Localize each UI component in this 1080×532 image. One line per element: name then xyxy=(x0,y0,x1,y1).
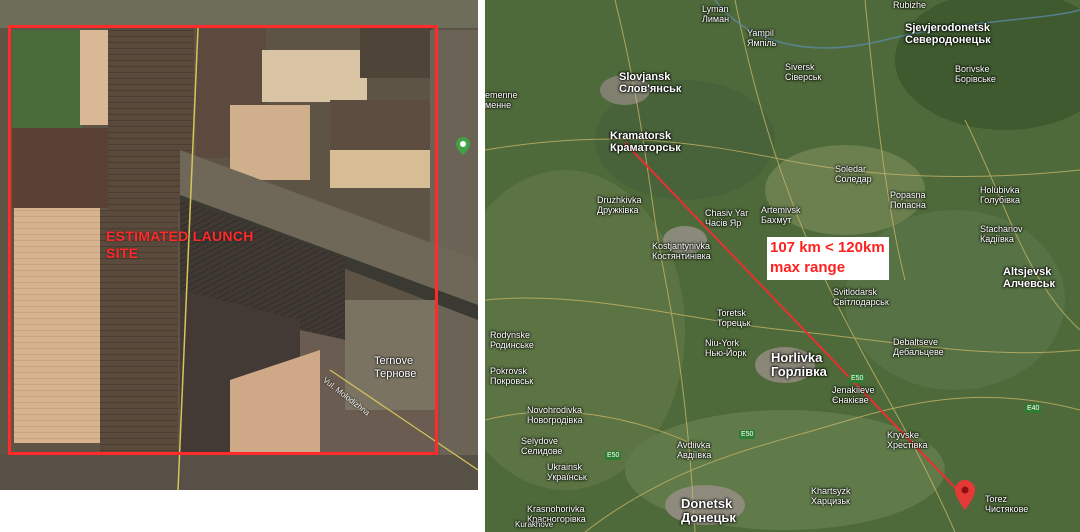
place-sjevjerodonetsk: Sjevjerodonetsk Северодонецьк xyxy=(905,22,991,46)
place-holubivka: Holubivka Голубівка xyxy=(980,185,1021,205)
place-kostiantynivka: Kostjantynivka Костянтинівка xyxy=(652,241,711,261)
place-debaltseve: Debaltseve Дебальцеве xyxy=(893,337,944,357)
place-slovjansk: Slovjansk Слов'янськ xyxy=(619,71,682,95)
range-line-2: max range xyxy=(770,259,846,276)
place-niu-york: Niu-York Нью-Йорк xyxy=(705,338,747,358)
place-khartsyzk: Khartsyzk Харцизьк xyxy=(811,486,851,506)
place-semenne: emenne менне xyxy=(485,90,518,110)
park-marker-icon[interactable] xyxy=(456,137,470,155)
place-rubizhe: Rubizhe xyxy=(893,0,927,10)
road-badge-e40: E40 xyxy=(1025,404,1042,413)
road-badge-e50: E50 xyxy=(849,374,866,383)
place-yampil: Yampil Ямпіль xyxy=(747,28,777,48)
range-annotation: 107 km < 120km max range xyxy=(767,237,889,280)
place-donetsk: Donetsk Донецьк xyxy=(681,496,736,525)
place-ukrainsk: Ukrainsk Українськ xyxy=(547,462,587,482)
road-badge-e50: E50 xyxy=(605,451,622,460)
place-novohrodivka: Novohrodivka Новогродівка xyxy=(527,405,583,425)
place-druzhkivka: Druzhkivka Дружківка xyxy=(597,195,642,215)
place-torez: Torez Чистякове xyxy=(985,494,1029,514)
place-horlivka: Horlivka Горлівка xyxy=(771,350,827,379)
place-siversk: Siversk Сіверськ xyxy=(785,62,822,82)
place-svitlodarsk: Svitlodarsk Світлодарськ xyxy=(833,287,889,307)
launch-site-satellite-panel: Ternove Тернове Vul. Molodizhna ESTIMATE… xyxy=(0,0,478,490)
place-kramatorsk: Kramatorsk Краматорськ xyxy=(610,130,681,154)
place-kryvske: Kryvske Хрестівка xyxy=(887,430,928,450)
site-label-line-1: ESTIMATED LAUNCH xyxy=(106,228,254,244)
target-location-pin-icon[interactable] xyxy=(955,480,975,510)
place-popasna: Popasna Попасна xyxy=(890,190,926,210)
place-toretsk: Toretsk Торецьк xyxy=(717,308,751,328)
place-avdiivka: Avdiivka Авдіївка xyxy=(677,440,712,460)
range-line-1: 107 km < 120km xyxy=(770,239,885,256)
place-stachanov: Stachanov Кадіївка xyxy=(980,224,1023,244)
place-soledar: Soledar Соледар xyxy=(835,164,872,184)
place-altsjevsk: Altsjevsk Алчевськ xyxy=(1003,266,1056,290)
place-chasiv-yar: Chasiv Yar Часів Яр xyxy=(705,208,749,228)
place-jenakiieve: Jenakiieve Єнакієве xyxy=(832,385,875,405)
place-selydove: Selydove Селидове xyxy=(521,436,563,456)
place-borivske: Borivske Борівське xyxy=(955,64,996,84)
place-rodynske: Rodynske Родинське xyxy=(490,330,534,350)
road-badge-e50: E50 xyxy=(739,430,756,439)
regional-map-panel: Lyman Лиман Yampil Ямпіль Sjevjerodonetsk С… xyxy=(485,0,1080,532)
place-artemivsk: Artemivsk Бахмут xyxy=(761,205,801,225)
place-lyman: Lyman Лиман xyxy=(702,4,730,24)
estimated-launch-site-label: ESTIMATED LAUNCH SITE xyxy=(106,228,254,262)
place-pokrovsk: Pokrovsk Покровськ xyxy=(490,366,534,386)
place-kurakhove: Kurakhove xyxy=(515,520,554,529)
site-label-line-2: SITE xyxy=(106,245,139,261)
